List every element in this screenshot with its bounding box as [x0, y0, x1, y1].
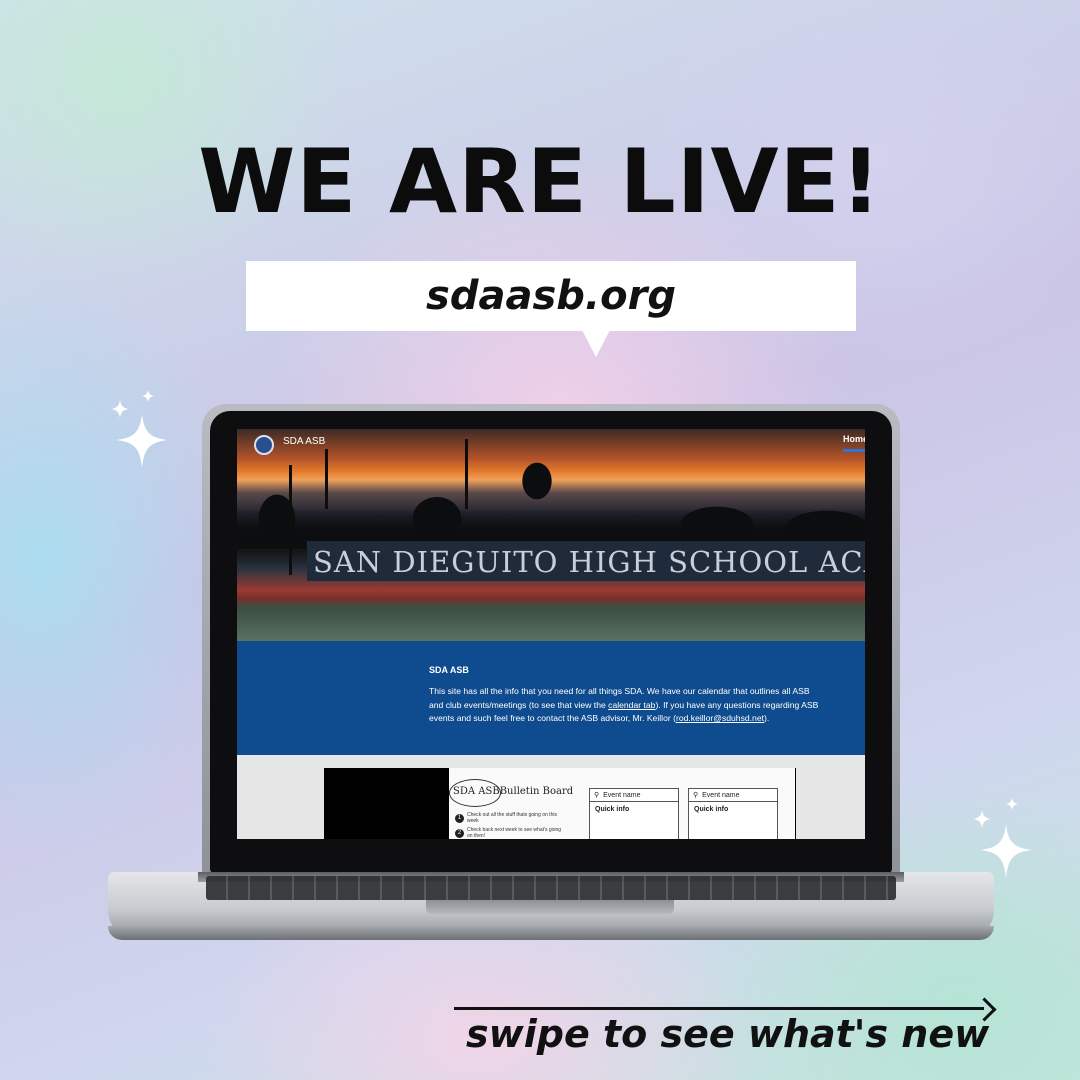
- sparkle-icon: [108, 388, 174, 474]
- hero-pole: [465, 439, 468, 509]
- laptop-keyboard: [206, 876, 896, 900]
- event-card-header: ⚲ Event name: [590, 789, 678, 802]
- event-quick-info: Quick info: [595, 806, 630, 813]
- hero-pole: [325, 449, 328, 509]
- hero-trees: [237, 459, 865, 549]
- bulletin-embed: SDA ASBBulletin Board 1 Check out all th…: [324, 768, 796, 839]
- laptop-base-front: [108, 926, 994, 940]
- bulletin-number: 2: [455, 829, 464, 838]
- bulletin-item: Check out all the stuff thats going on t…: [467, 812, 557, 824]
- info-title: SDA ASB: [429, 665, 469, 675]
- event-name: Event name: [603, 792, 641, 799]
- laptop-trackpad: [426, 900, 674, 914]
- search-icon: ⚲: [693, 792, 699, 799]
- url-bubble: sdaasb.org: [246, 261, 856, 357]
- event-card[interactable]: ⚲ Event name Quick info: [589, 788, 679, 839]
- bulletin-title-oval-text: SDA ASB: [453, 786, 500, 797]
- hero-image: SAN DIEGUITO HIGH SCHOOL ACA: [237, 429, 865, 641]
- site-logo[interactable]: [254, 435, 274, 455]
- bulletin-item: Check back next week to see what's going…: [467, 827, 562, 839]
- sparkle-icon: [968, 796, 1038, 884]
- advisor-email-link[interactable]: rod.keillor@sduhsd.net: [676, 713, 764, 723]
- swipe-text: swipe to see what's new: [466, 1012, 990, 1056]
- nav-home[interactable]: Home: [843, 434, 865, 444]
- calendar-tab-link[interactable]: calendar tab: [608, 700, 655, 710]
- laptop-screen: SAN DIEGUITO HIGH SCHOOL ACA SDA ASB Hom…: [237, 429, 865, 839]
- event-name: Event name: [702, 792, 740, 799]
- info-body: This site has all the info that you need…: [429, 685, 819, 726]
- info-text: ).: [764, 713, 770, 724]
- bulletin-number: 1: [455, 814, 464, 823]
- bulletin-board: SDA ASBBulletin Board 1 Check out all th…: [449, 768, 795, 839]
- bulletin-title: SDA ASBBulletin Board: [453, 786, 573, 797]
- event-quick-info: Quick info: [694, 806, 729, 813]
- bulletin-area: SDA ASBBulletin Board 1 Check out all th…: [237, 755, 865, 839]
- search-icon: ⚲: [594, 792, 600, 799]
- url-text[interactable]: sdaasb.org: [426, 273, 676, 319]
- event-card-header: ⚲ Event name: [689, 789, 777, 802]
- headline: WE ARE LIVE!: [198, 130, 882, 233]
- nav-home-underline: [843, 449, 865, 452]
- hero-pole: [289, 465, 292, 575]
- site-name[interactable]: SDA ASB: [283, 436, 325, 447]
- bulletin-title-rest: Bulletin Board: [499, 786, 574, 797]
- info-section: SDA ASB This site has all the info that …: [237, 641, 865, 755]
- hero-banner-text: SAN DIEGUITO HIGH SCHOOL ACA: [313, 545, 865, 579]
- event-card[interactable]: ⚲ Event name Quick info: [688, 788, 778, 839]
- swipe-arrow-line: [454, 1007, 984, 1010]
